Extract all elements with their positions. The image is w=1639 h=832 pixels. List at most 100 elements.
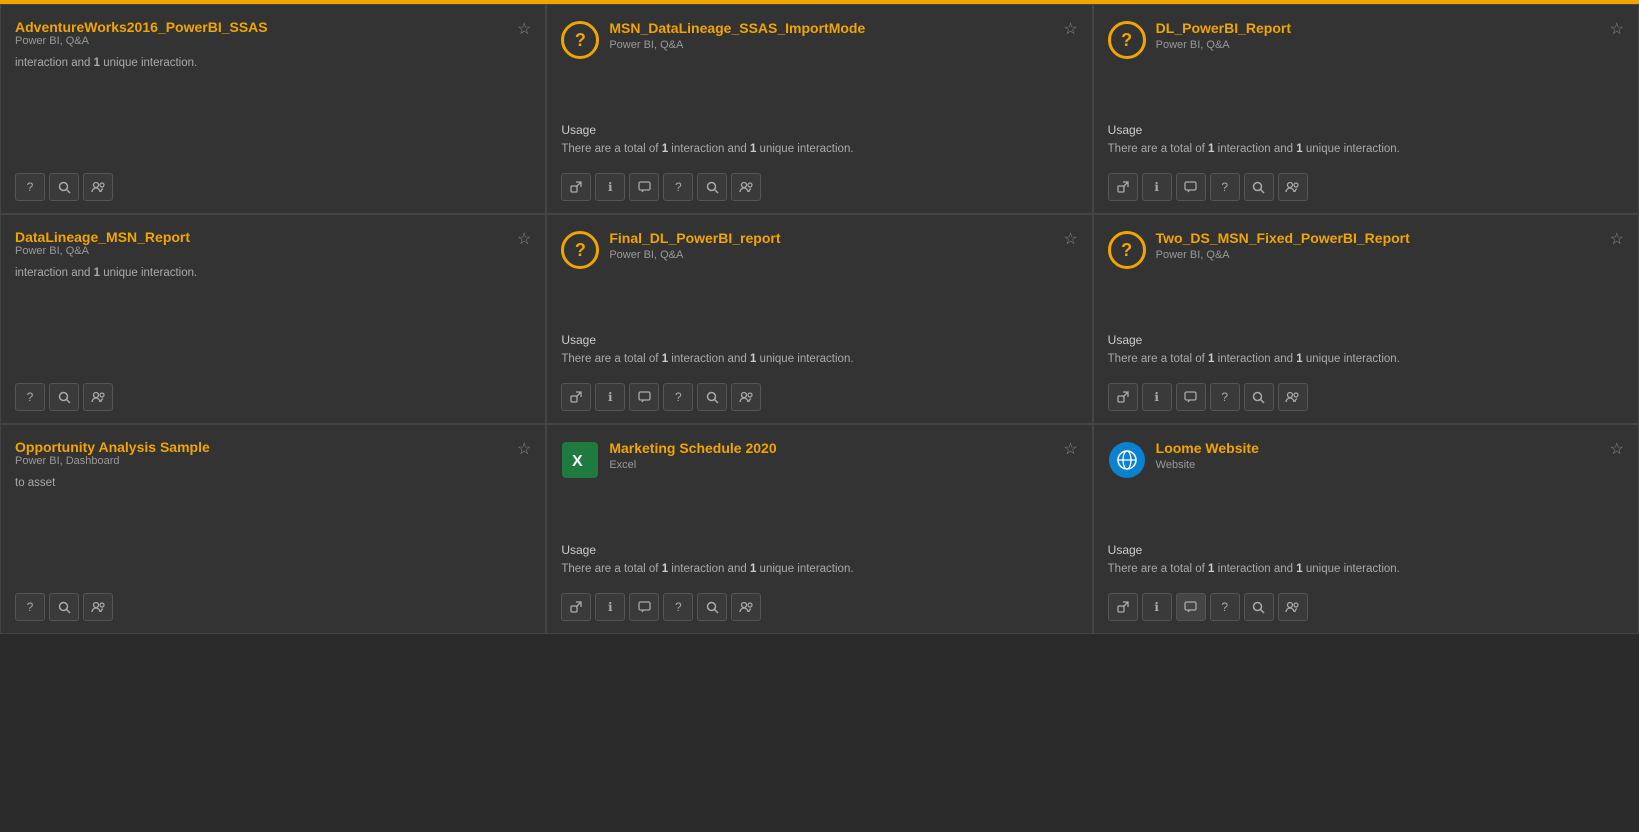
btn-question[interactable]: ? <box>1210 383 1240 411</box>
usage-text: to asset <box>15 475 531 491</box>
card-subtitle: Power BI, Q&A <box>15 245 190 257</box>
favorite-star[interactable]: ☆ <box>517 229 531 249</box>
btn-question[interactable]: ? <box>15 593 45 621</box>
favorite-star[interactable]: ☆ <box>1610 439 1624 459</box>
btn-users[interactable] <box>83 593 113 621</box>
btn-comment[interactable] <box>1176 593 1206 621</box>
btn-external[interactable] <box>1108 593 1138 621</box>
card-header: X Marketing Schedule 2020 Excel ☆ <box>547 425 1091 543</box>
btn-search[interactable] <box>1244 593 1274 621</box>
btn-search[interactable] <box>49 173 79 201</box>
btn-users[interactable] <box>1278 383 1308 411</box>
btn-search[interactable] <box>697 173 727 201</box>
card-icon-question: ? <box>561 231 599 269</box>
card-title: Marketing Schedule 2020 <box>609 439 1053 457</box>
card-subtitle: Power BI, Q&A <box>1156 249 1600 261</box>
card-adventureworks: AdventureWorks2016_PowerBI_SSAS Power BI… <box>0 4 546 214</box>
card-dl-powerbi-report: ? DL_PowerBI_Report Power BI, Q&A ☆ Usag… <box>1093 4 1639 214</box>
btn-external[interactable] <box>561 593 591 621</box>
btn-comment[interactable] <box>1176 383 1206 411</box>
btn-info[interactable]: ℹ <box>1142 383 1172 411</box>
svg-text:X: X <box>572 453 583 470</box>
btn-info[interactable]: ℹ <box>595 173 625 201</box>
btn-question[interactable]: ? <box>15 383 45 411</box>
btn-users[interactable] <box>83 173 113 201</box>
card-loome-website: Loome Website Website ☆ Usage There are … <box>1093 424 1639 634</box>
card-header: Opportunity Analysis Sample Power BI, Da… <box>1 425 545 475</box>
favorite-star[interactable]: ☆ <box>1063 439 1077 459</box>
card-subtitle: Power BI, Q&A <box>609 249 1053 261</box>
card-footer: ? <box>1 373 545 423</box>
card-final-dl-powerbi: ? Final_DL_PowerBI_report Power BI, Q&A … <box>546 214 1092 424</box>
usage-text: interaction and 1 unique interaction. <box>15 265 531 281</box>
btn-question[interactable]: ? <box>15 173 45 201</box>
btn-question[interactable]: ? <box>1210 173 1240 201</box>
usage-text: There are a total of 1 interaction and 1… <box>561 141 1077 157</box>
card-header: ? MSN_DataLineage_SSAS_ImportMode Power … <box>547 5 1091 123</box>
card-title: Loome Website <box>1156 439 1600 457</box>
card-title: AdventureWorks2016_PowerBI_SSAS <box>15 19 268 35</box>
card-footer: ℹ ? <box>1094 163 1638 213</box>
btn-info[interactable]: ℹ <box>1142 173 1172 201</box>
btn-users[interactable] <box>83 383 113 411</box>
card-icon-ie <box>1108 441 1146 479</box>
card-footer: ? <box>1 163 545 213</box>
card-footer: ? <box>1 583 545 633</box>
btn-search[interactable] <box>1244 383 1274 411</box>
btn-external[interactable] <box>1108 173 1138 201</box>
btn-question[interactable]: ? <box>663 593 693 621</box>
card-title: Final_DL_PowerBI_report <box>609 229 1053 247</box>
usage-text: There are a total of 1 interaction and 1… <box>561 351 1077 367</box>
card-footer: ℹ ? <box>1094 583 1638 633</box>
card-footer: ℹ ? <box>547 163 1091 213</box>
card-body: Usage There are a total of 1 interaction… <box>1094 543 1638 583</box>
card-icon-question: ? <box>1108 21 1146 59</box>
card-header: ? Final_DL_PowerBI_report Power BI, Q&A … <box>547 215 1091 333</box>
card-body: Usage There are a total of 1 interaction… <box>547 123 1091 163</box>
usage-text: There are a total of 1 interaction and 1… <box>1108 141 1624 157</box>
favorite-star[interactable]: ☆ <box>1063 229 1077 249</box>
card-marketing-schedule: X Marketing Schedule 2020 Excel ☆ Usage … <box>546 424 1092 634</box>
card-grid: AdventureWorks2016_PowerBI_SSAS Power BI… <box>0 4 1639 634</box>
favorite-star[interactable]: ☆ <box>1063 19 1077 39</box>
btn-question[interactable]: ? <box>663 383 693 411</box>
btn-comment[interactable] <box>629 593 659 621</box>
btn-comment[interactable] <box>629 383 659 411</box>
btn-users[interactable] <box>731 593 761 621</box>
card-body: to asset <box>1 475 545 495</box>
btn-question[interactable]: ? <box>1210 593 1240 621</box>
btn-info[interactable]: ℹ <box>595 593 625 621</box>
btn-question[interactable]: ? <box>663 173 693 201</box>
card-title: Opportunity Analysis Sample <box>15 439 210 455</box>
btn-external[interactable] <box>561 383 591 411</box>
usage-label: Usage <box>1108 123 1624 137</box>
card-body: Usage There are a total of 1 interaction… <box>1094 333 1638 373</box>
btn-search[interactable] <box>49 383 79 411</box>
btn-users[interactable] <box>731 173 761 201</box>
btn-search[interactable] <box>49 593 79 621</box>
card-body: interaction and 1 unique interaction. <box>1 265 545 285</box>
btn-search[interactable] <box>697 383 727 411</box>
card-subtitle: Excel <box>609 459 1053 471</box>
favorite-star[interactable]: ☆ <box>1610 19 1624 39</box>
btn-users[interactable] <box>731 383 761 411</box>
btn-external[interactable] <box>1108 383 1138 411</box>
favorite-star[interactable]: ☆ <box>517 19 531 39</box>
btn-comment[interactable] <box>1176 173 1206 201</box>
btn-external[interactable] <box>561 173 591 201</box>
favorite-star[interactable]: ☆ <box>517 439 531 459</box>
usage-label: Usage <box>561 333 1077 347</box>
btn-search[interactable] <box>1244 173 1274 201</box>
card-footer: ℹ ? <box>547 583 1091 633</box>
btn-search[interactable] <box>697 593 727 621</box>
usage-text: interaction and 1 unique interaction. <box>15 55 531 71</box>
card-title: DL_PowerBI_Report <box>1156 19 1600 37</box>
card-footer: ℹ ? <box>1094 373 1638 423</box>
btn-info[interactable]: ℹ <box>595 383 625 411</box>
btn-users[interactable] <box>1278 173 1308 201</box>
card-header: ? DL_PowerBI_Report Power BI, Q&A ☆ <box>1094 5 1638 123</box>
btn-comment[interactable] <box>629 173 659 201</box>
btn-info[interactable]: ℹ <box>1142 593 1172 621</box>
favorite-star[interactable]: ☆ <box>1610 229 1624 249</box>
btn-users[interactable] <box>1278 593 1308 621</box>
